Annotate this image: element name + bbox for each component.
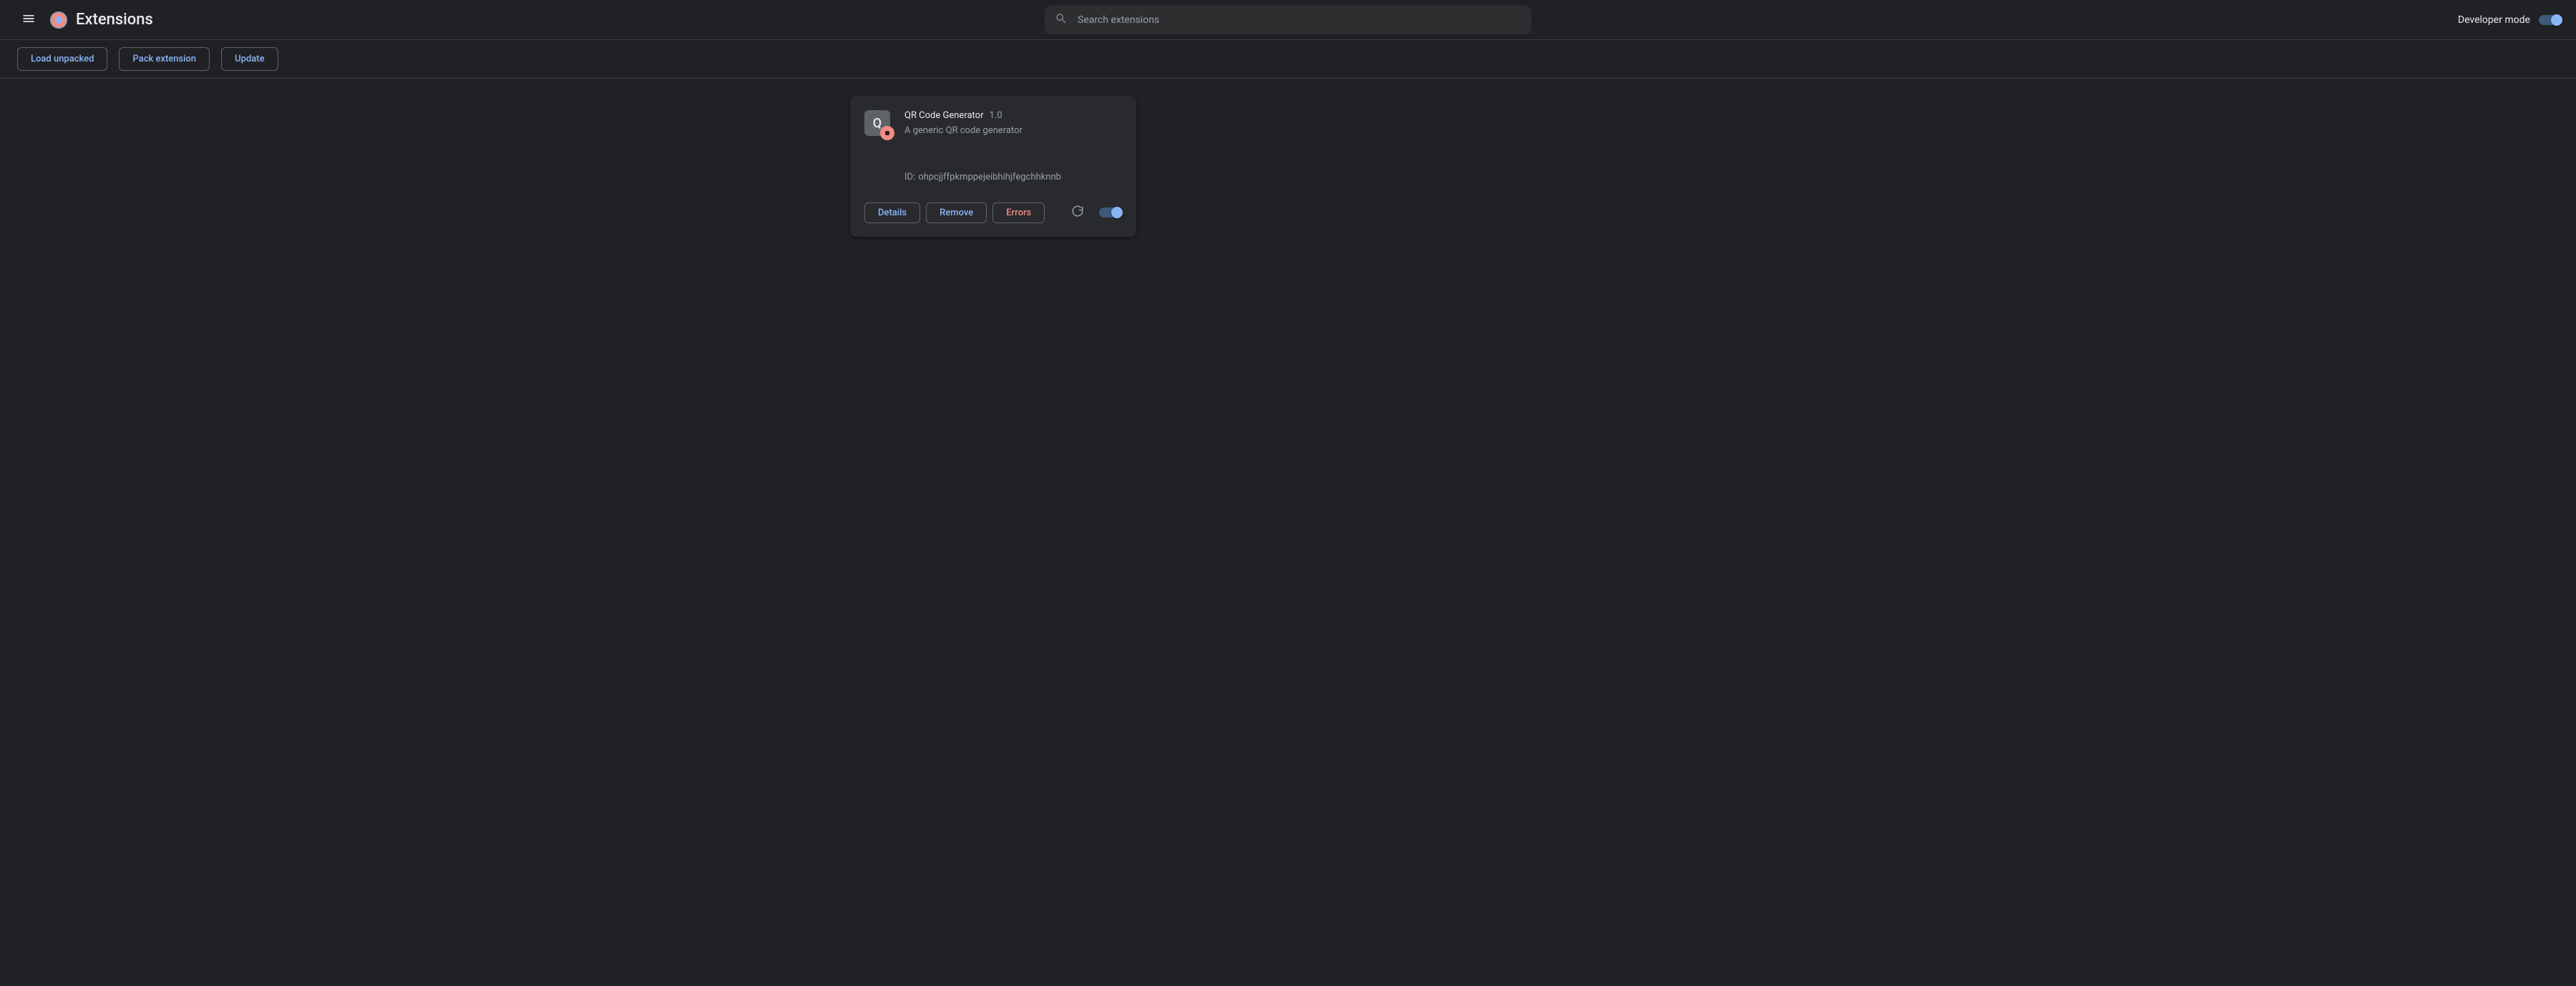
developer-toolbar: Load unpacked Pack extension Update [0,40,2576,79]
chrome-logo-icon [50,11,67,29]
extension-id: ohpcjjffpkmppejeibhihjfegchhknnb [918,172,1061,182]
remove-button[interactable]: Remove [926,202,987,223]
extension-version: 1.0 [990,110,1002,121]
header: Extensions Developer mode [0,0,2576,40]
details-button[interactable]: Details [864,202,920,223]
search-box[interactable] [1045,6,1531,34]
extensions-grid: Q QR Code Generator 1.0 A generic QR cod… [850,96,1726,237]
extension-id-line: ID: ohpcjjffpkmppejeibhihjfegchhknnb [864,172,1122,182]
reload-icon [1071,205,1084,220]
search-input[interactable] [1076,14,1521,26]
menu-button[interactable] [14,6,43,34]
errors-button[interactable]: Errors [992,202,1045,223]
header-right: Developer mode [2458,14,2562,26]
extension-icon-wrap: Q [864,110,890,136]
reload-button[interactable] [1066,201,1089,224]
extension-toggle[interactable] [1099,208,1122,218]
developer-mode-label: Developer mode [2458,14,2530,26]
content: Q QR Code Generator 1.0 A generic QR cod… [0,79,2576,254]
load-unpacked-button[interactable]: Load unpacked [17,47,107,71]
developer-mode-toggle[interactable] [2539,15,2562,25]
extension-description: A generic QR code generator [904,125,1122,136]
menu-icon [21,11,36,29]
error-badge-icon [880,126,894,140]
pack-extension-button[interactable]: Pack extension [119,47,210,71]
extension-name: QR Code Generator [904,110,984,121]
extension-id-prefix: ID: [904,172,915,182]
update-button[interactable]: Update [221,47,278,71]
search-icon [1055,12,1076,28]
extension-card: Q QR Code Generator 1.0 A generic QR cod… [850,96,1136,237]
page-title: Extensions [76,11,153,29]
